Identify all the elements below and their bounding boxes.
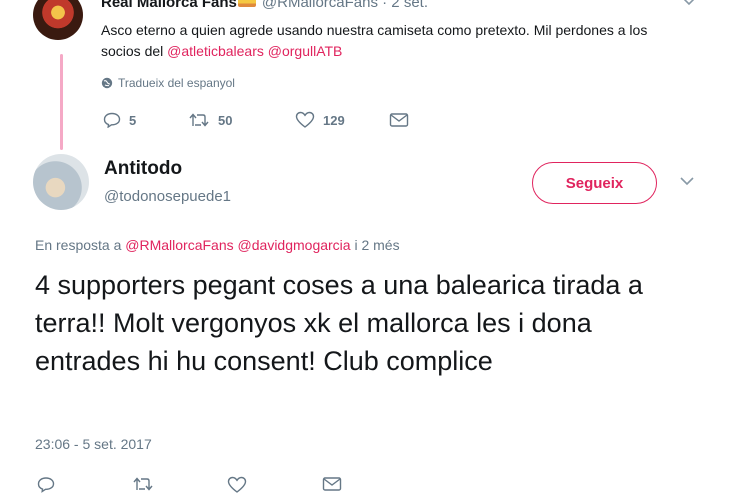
envelope-icon (389, 112, 409, 128)
parent-handle-time[interactable]: @RMallorcaFans · 2 set. (262, 0, 428, 11)
parent-more-chevron-icon[interactable] (682, 0, 696, 6)
reply-button[interactable] (37, 477, 55, 493)
tweet-action-bar (37, 476, 357, 498)
flag-emoji-icon (237, 0, 256, 7)
mention-orgullatb[interactable]: @orgullATB (268, 43, 343, 59)
translate-label[interactable]: Tradueix del espanyol (118, 76, 235, 90)
author-handle[interactable]: @todonosepuede1 (104, 188, 231, 205)
reply-icon (37, 477, 55, 493)
author-display-name[interactable]: Antitodo (104, 158, 182, 180)
reply-mention-rmallorcafans[interactable]: @RMallorcaFans (125, 237, 233, 253)
heart-icon (295, 111, 315, 129)
more-options-chevron-icon[interactable] (680, 176, 694, 186)
parent-author-name[interactable]: Real Mallorca Fans @RMallorcaFans · 2 set… (101, 0, 428, 11)
thread-connector-line (60, 54, 63, 150)
author-avatar[interactable] (33, 154, 89, 210)
follow-button[interactable]: Segueix (532, 162, 657, 204)
retweet-icon (133, 477, 153, 491)
parent-display-name[interactable]: Real Mallorca Fans (101, 0, 237, 11)
message-button[interactable] (322, 477, 342, 491)
parent-retweet-count: 50 (218, 112, 233, 128)
like-button[interactable] (227, 476, 247, 493)
parent-like-button[interactable]: 129 (295, 111, 389, 129)
reply-icon (103, 112, 121, 128)
reply-context: En resposta a @RMallorcaFans @davidgmoga… (35, 237, 400, 253)
parent-action-bar: 5 50 129 (103, 111, 409, 129)
parent-tweet-text: Asco eterno a quien agrede usando nuestr… (101, 20, 661, 62)
retweet-button[interactable] (133, 477, 153, 491)
globe-icon (101, 77, 113, 89)
reply-prefix: En resposta a (35, 237, 126, 253)
translate-link[interactable]: Tradueix del espanyol (101, 76, 235, 90)
parent-message-button[interactable] (389, 112, 409, 128)
parent-reply-button[interactable]: 5 (103, 112, 188, 128)
parent-reply-count: 5 (129, 112, 137, 128)
heart-icon (227, 476, 247, 493)
parent-avatar[interactable] (33, 0, 83, 40)
retweet-icon (188, 112, 210, 128)
tweet-text: 4 supporters pegant coses a una balearic… (35, 270, 643, 376)
reply-mention-davidgmogarcia[interactable]: @davidgmogarcia (238, 237, 351, 253)
parent-retweet-button[interactable]: 50 (188, 112, 295, 128)
tweet-timestamp[interactable]: 23:06 - 5 set. 2017 (35, 436, 152, 452)
reply-suffix[interactable]: i 2 més (351, 237, 399, 253)
parent-like-count: 129 (323, 112, 345, 128)
mention-atleticbalears[interactable]: @atleticbalears (167, 43, 264, 59)
